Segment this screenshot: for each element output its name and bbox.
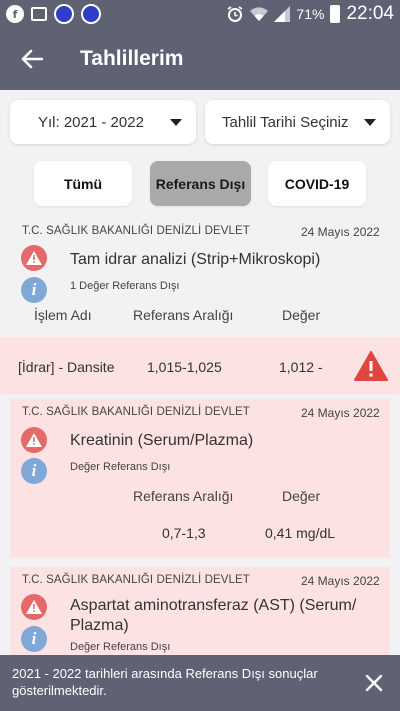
alarm-icon: [227, 6, 243, 22]
signal-icon: [274, 6, 291, 22]
warning-icon: [21, 427, 47, 453]
app-notification-icon: [54, 4, 74, 24]
column-header-value: Değer: [282, 307, 321, 323]
filter-all-button[interactable]: Tümü: [34, 161, 132, 206]
test-name-line-1: Aspartat aminotransferaz (AST) (Serum/: [70, 597, 357, 614]
app-notification-icon-2: [81, 4, 101, 24]
alert-triangle-icon: [354, 351, 388, 381]
info-icon[interactable]: i: [21, 626, 47, 652]
wifi-icon: [250, 7, 269, 21]
test-name-line-2: Plazma): [70, 617, 129, 634]
table-row: [İdrar] - Dansite 1,015-1,025 1,012 -: [0, 337, 400, 394]
out-of-range-note: Değer Referans Dışı: [70, 461, 171, 473]
result-date: 24 Mayıs 2022: [301, 225, 380, 239]
snackbar: 2021 - 2022 tarihleri arasında Referans …: [0, 655, 400, 711]
result-value: 0,41 mg/dL: [265, 525, 336, 541]
snackbar-message: 2021 - 2022 tarihleri arasında Referans …: [12, 666, 318, 698]
result-card-2[interactable]: T.C. SAĞLIK BAKANLIĞI DENİZLİ DEVLET 24 …: [10, 399, 390, 558]
result-card-3[interactable]: T.C. SAĞLIK BAKANLIĞI DENİZLİ DEVLET 24 …: [10, 567, 390, 667]
result-date: 24 Mayıs 2022: [301, 574, 380, 588]
gallery-notification-icon: [31, 7, 47, 21]
column-header-value: Değer: [282, 488, 321, 504]
warning-icon: [21, 594, 47, 620]
institution-name: T.C. SAĞLIK BAKANLIĞI DENİZLİ DEVLET: [22, 406, 250, 418]
year-select[interactable]: Yıl: 2021 - 2022: [10, 100, 196, 144]
out-of-range-count: 1 Değer Referans Dışı: [70, 280, 180, 292]
reference-range: 0,7-1,3: [162, 525, 206, 541]
date-select-value: Tahlil Tarihi Seçiniz: [222, 113, 349, 131]
column-header-range: Referans Aralığı: [133, 307, 234, 323]
result-date: 24 Mayıs 2022: [301, 406, 380, 420]
dropdown-arrow-icon: [170, 118, 182, 126]
institution-name: T.C. SAĞLIK BAKANLIĞI DENİZLİ DEVLET: [22, 225, 250, 237]
arrow-left-icon: [21, 49, 43, 69]
status-bar: f 71% 22:04: [0, 0, 400, 28]
test-name: Tam idrar analizi (Strip+Mikroskopi): [70, 251, 321, 268]
institution-name: T.C. SAĞLIK BAKANLIĞI DENİZLİ DEVLET: [22, 574, 250, 586]
battery-percent: 71%: [296, 6, 325, 22]
clock: 22:04: [346, 3, 394, 24]
page-title: Tahlillerim: [80, 47, 184, 70]
row-reference-range: 1,015-1,025: [147, 359, 222, 375]
dropdown-arrow-icon: [364, 118, 376, 126]
filter-out-of-range-button[interactable]: Referans Dışı: [150, 161, 251, 206]
column-header-name: İşlem Adı: [34, 307, 92, 323]
facebook-notification-icon: f: [6, 5, 24, 23]
date-select[interactable]: Tahlil Tarihi Seçiniz: [205, 100, 390, 144]
warning-icon: [21, 245, 47, 271]
info-icon[interactable]: i: [21, 458, 47, 484]
back-button[interactable]: [0, 28, 64, 90]
filter-covid-button[interactable]: COVID-19: [268, 161, 366, 206]
test-name: Kreatinin (Serum/Plazma): [70, 432, 254, 449]
battery-icon: [330, 5, 341, 23]
info-icon[interactable]: i: [21, 277, 47, 303]
column-header-range: Referans Aralığı: [133, 488, 234, 504]
app-bar: Tahlillerim: [0, 28, 400, 90]
year-select-value: Yıl: 2021 - 2022: [38, 113, 144, 131]
row-value: 1,012 -: [279, 359, 323, 375]
out-of-range-note: Değer Referans Dışı: [70, 641, 171, 653]
row-test-name: [İdrar] - Dansite: [18, 359, 115, 375]
close-icon[interactable]: [362, 671, 386, 695]
